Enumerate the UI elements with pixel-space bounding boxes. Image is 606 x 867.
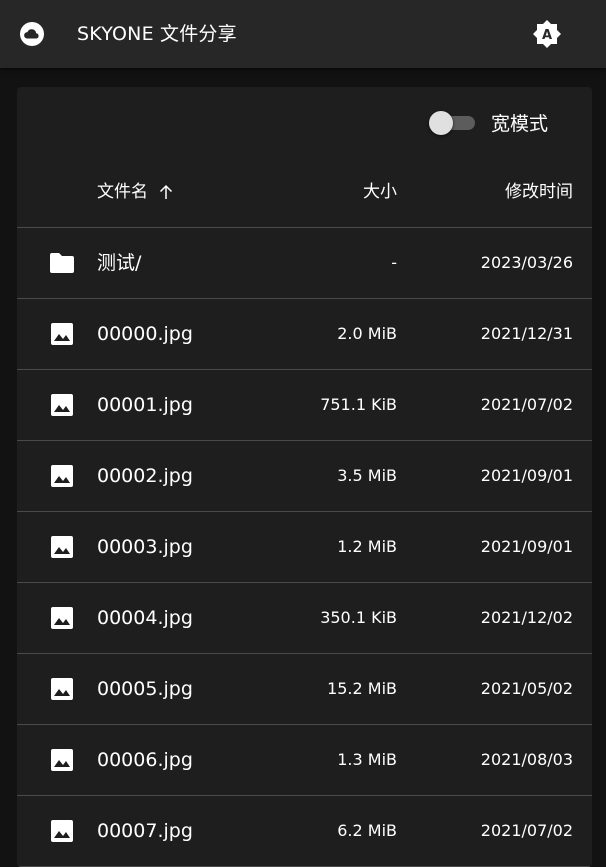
image-icon	[51, 465, 73, 487]
file-size: 350.1 KiB	[320, 608, 397, 627]
file-row[interactable]: 00006.jpg 1.3 MiB 2021/08/03	[17, 725, 592, 796]
image-icon	[51, 678, 73, 700]
header-name-label: 文件名	[97, 182, 148, 202]
image-icon	[51, 394, 73, 416]
wide-mode-toggle[interactable]: 宽模式	[429, 107, 548, 137]
file-modified: 2021/07/02	[480, 395, 573, 414]
file-name: 测试/	[97, 252, 142, 274]
image-icon	[51, 749, 73, 771]
header-modified-sort-button[interactable]: 修改时间	[505, 179, 573, 205]
file-row[interactable]: 00005.jpg 15.2 MiB 2021/05/02	[17, 654, 592, 725]
image-icon	[51, 607, 73, 629]
brightness-auto-icon: A	[533, 20, 561, 48]
switch-thumb	[429, 111, 453, 135]
file-size: -	[391, 253, 397, 272]
file-list: 测试/ - 2023/03/26 00000.jpg 2.0 MiB 2021/…	[17, 228, 592, 867]
file-name: 00001.jpg	[97, 394, 193, 416]
header-name-sort-button[interactable]: 文件名	[97, 179, 174, 205]
file-name: 00000.jpg	[97, 323, 193, 345]
file-row[interactable]: 00004.jpg 350.1 KiB 2021/12/02	[17, 583, 592, 654]
file-row[interactable]: 00002.jpg 3.5 MiB 2021/09/01	[17, 441, 592, 512]
file-size: 6.2 MiB	[337, 821, 397, 840]
file-modified: 2021/05/02	[480, 679, 573, 698]
header-size-sort-button[interactable]: 大小	[363, 179, 397, 205]
file-name: 00005.jpg	[97, 678, 193, 700]
svg-text:A: A	[542, 28, 552, 43]
cloud-icon[interactable]	[19, 22, 45, 46]
arrow-up-icon	[159, 184, 173, 199]
wide-mode-label: 宽模式	[491, 112, 549, 135]
image-icon	[51, 820, 73, 842]
file-modified: 2021/09/01	[480, 466, 573, 485]
file-name: 00004.jpg	[97, 607, 193, 629]
file-size: 2.0 MiB	[337, 324, 397, 343]
file-row[interactable]: 00000.jpg 2.0 MiB 2021/12/31	[17, 299, 592, 370]
file-name: 00003.jpg	[97, 536, 193, 558]
file-modified: 2021/08/03	[480, 750, 573, 769]
app-bar: SKYONE 文件分享 A	[0, 0, 606, 68]
file-name: 00006.jpg	[97, 749, 193, 771]
file-row[interactable]: 00001.jpg 751.1 KiB 2021/07/02	[17, 370, 592, 441]
file-size: 1.3 MiB	[337, 750, 397, 769]
file-name: 00007.jpg	[97, 820, 193, 842]
wide-mode-switch[interactable]	[429, 107, 477, 137]
file-modified: 2021/09/01	[480, 537, 573, 556]
file-name: 00002.jpg	[97, 465, 193, 487]
file-row[interactable]: 00007.jpg 6.2 MiB 2021/07/02	[17, 796, 592, 867]
file-size: 1.2 MiB	[337, 537, 397, 556]
app-title: SKYONE 文件分享	[77, 23, 237, 45]
image-icon	[51, 536, 73, 558]
file-modified: 2021/12/02	[480, 608, 573, 627]
file-list-card: 宽模式 文件名 大小 修改时间 测试/ - 2023/03/26 00000.j…	[17, 87, 592, 867]
file-size: 3.5 MiB	[337, 466, 397, 485]
file-size: 15.2 MiB	[327, 679, 397, 698]
file-row-folder[interactable]: 测试/ - 2023/03/26	[17, 228, 592, 299]
table-header: 文件名 大小 修改时间	[17, 157, 592, 228]
file-modified: 2021/07/02	[480, 821, 573, 840]
file-row[interactable]: 00003.jpg 1.2 MiB 2021/09/01	[17, 512, 592, 583]
image-icon	[51, 323, 73, 345]
theme-toggle-button[interactable]: A	[530, 17, 564, 51]
file-modified: 2023/03/26	[480, 253, 573, 272]
file-size: 751.1 KiB	[320, 395, 397, 414]
file-modified: 2021/12/31	[480, 324, 573, 343]
folder-icon	[50, 253, 74, 273]
